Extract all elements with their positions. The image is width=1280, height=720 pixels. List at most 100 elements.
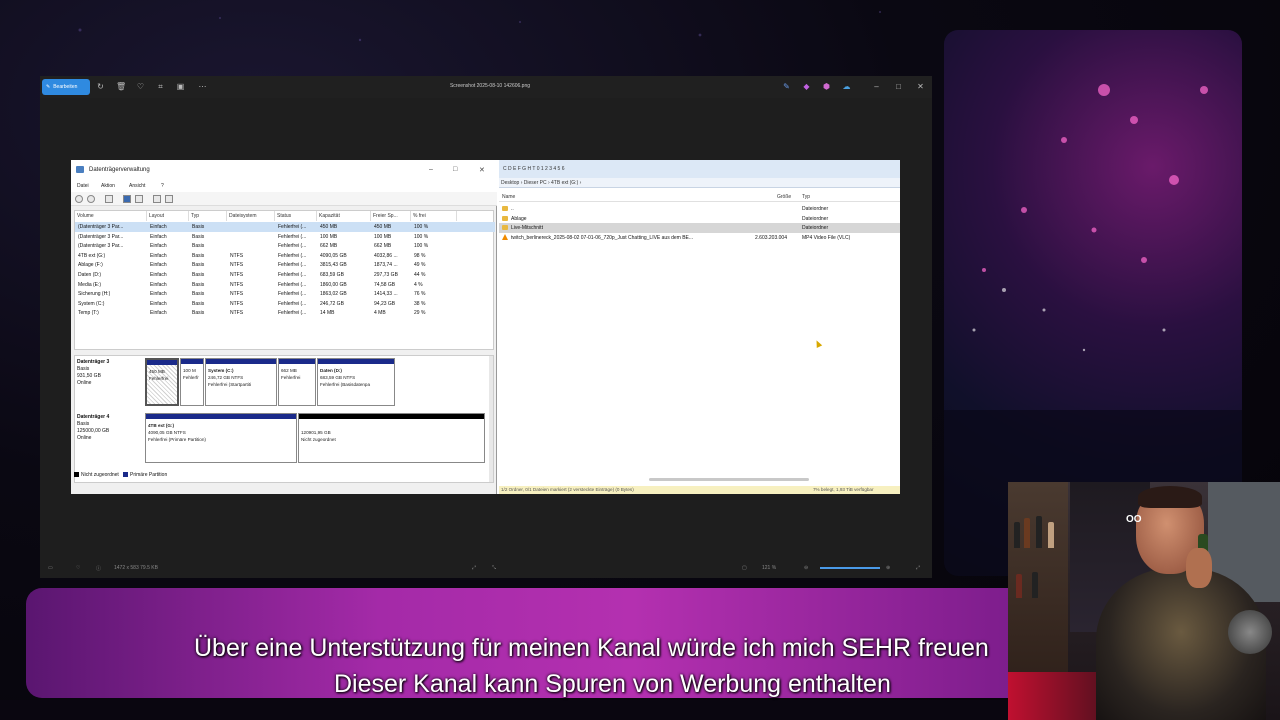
list-icon[interactable] <box>165 195 173 203</box>
person-hair <box>1138 486 1202 508</box>
disk4-unallocated[interactable]: 120901,95 GB Nicht zugeordnet <box>298 413 485 463</box>
maximize-icon[interactable]: □ <box>894 82 903 91</box>
drive-buttons[interactable]: C D E F G H T 0 1 2 3 4 5 6 <box>503 166 565 172</box>
cloud-icon[interactable]: ☁ <box>842 82 851 91</box>
file-row[interactable]: .. Dateiordner <box>499 204 900 214</box>
paint-icon[interactable]: ✎ <box>782 82 791 91</box>
file-row[interactable]: twitch_berlinereck_2025-08-02 07-01-06_7… <box>499 233 900 243</box>
favorite-status-icon[interactable]: ♡ <box>76 565 80 571</box>
col-layout[interactable]: Layout <box>147 211 189 221</box>
selection-status: 1/2 Ordner, 0/1 Dateien markiert (2 vers… <box>501 487 634 492</box>
table-cell: 1414,33 ... <box>374 291 398 298</box>
info-status-icon[interactable]: ⓘ <box>96 565 101 572</box>
delete-icon[interactable]: 🗑 <box>116 82 126 91</box>
table-cell: NTFS <box>230 252 244 259</box>
forward-icon[interactable] <box>87 195 95 203</box>
menu-help[interactable]: ? <box>161 183 164 189</box>
dm-minimize-icon[interactable]: – <box>429 166 433 173</box>
more-icon[interactable]: ⋯ <box>198 82 207 91</box>
table-row[interactable]: Ablage (F:) Einfach Basis NTFS Fehlerfrei (.… <box>75 260 495 270</box>
table-row[interactable]: Temp (T:) Einfach Basis NTFS Fehlerfrei (...… <box>75 308 495 318</box>
table-row[interactable]: Media (E:) Einfach Basis NTFS Fehlerfrei (..… <box>75 280 495 290</box>
col-kapazitaet[interactable]: Kapazität <box>317 211 371 221</box>
col-size[interactable]: Größe <box>777 194 791 200</box>
table-cell: NTFS <box>230 281 244 288</box>
drive-space-status: 7% belegt, 1,93 TiB verfügbar <box>813 487 874 492</box>
close-icon[interactable]: ✕ <box>916 82 925 91</box>
rotate-icon[interactable]: ↻ <box>96 82 105 91</box>
disk3-partition-2[interactable]: 100 M Fehlerfr <box>180 358 204 406</box>
dm-close-icon[interactable]: ✕ <box>479 166 485 174</box>
col-prozent-frei[interactable]: % frei <box>411 211 457 221</box>
dm-maximize-icon[interactable]: □ <box>453 166 457 173</box>
partition-label: 4TB ext (G:) <box>148 423 175 428</box>
zoom-in-icon[interactable]: ⊕ <box>886 565 890 571</box>
disk3-partition-daten[interactable]: Daten (D:) 683,59 GB NTFS Fehlerfrei (Ba… <box>317 358 395 406</box>
view-icon[interactable] <box>105 195 113 203</box>
edit-button-label: Bearbeiten <box>53 84 78 90</box>
key-icon[interactable] <box>153 195 161 203</box>
table-cell: Basis <box>192 233 205 240</box>
horizontal-scrollbar[interactable] <box>649 478 809 481</box>
table-row[interactable]: System (C:) Einfach Basis NTFS Fehlerfrei (.… <box>75 299 495 309</box>
table-row[interactable]: Daten (D:) Einfach Basis NTFS Fehlerfrei (..… <box>75 270 495 280</box>
file-row[interactable]: Ablage Dateiordner <box>499 214 900 224</box>
col-volume[interactable]: Volume <box>75 211 147 221</box>
table-row[interactable]: (Datenträger 3 Par... Einfach Basis Fehlerf… <box>75 222 495 232</box>
favorite-icon[interactable]: ♡ <box>136 82 145 91</box>
col-name[interactable]: Name <box>502 194 515 200</box>
copilot-icon[interactable]: ◆ <box>802 82 811 91</box>
properties-icon[interactable] <box>135 195 143 203</box>
actual-size-icon[interactable]: ⤡ <box>492 565 496 571</box>
disk3-label[interactable]: Datenträger 3 Basis 931,50 GB Online <box>77 359 145 387</box>
minimize-icon[interactable]: – <box>872 82 881 91</box>
file-row[interactable]: Live-Mitschnitt Dateiordner <box>499 223 900 233</box>
table-cell: Fehlerfrei (... <box>278 262 307 269</box>
menu-ansicht[interactable]: Ansicht <box>129 183 145 189</box>
table-cell: Einfach <box>150 300 167 307</box>
table-row[interactable]: (Datenträger 3 Par... Einfach Basis Fehlerf… <box>75 232 495 242</box>
filmstrip-icon[interactable]: ▭ <box>48 565 53 571</box>
address-bar[interactable]: Desktop › Dieser PC › 4TB ext (G:) › <box>499 178 900 188</box>
menu-aktion[interactable]: Aktion <box>101 183 115 189</box>
help-icon[interactable] <box>123 195 131 203</box>
share-icon[interactable]: ⬢ <box>822 82 831 91</box>
edit-button[interactable]: ✎ Bearbeiten <box>42 79 90 95</box>
table-row[interactable]: (Datenträger 3 Par... Einfach Basis Fehlerf… <box>75 241 495 251</box>
crop-icon[interactable]: ⌗ <box>156 82 165 91</box>
table-cell: Fehlerfrei (... <box>278 300 307 307</box>
col-typ[interactable]: Typ <box>189 211 227 221</box>
zoom-level[interactable]: 121 % <box>762 565 776 571</box>
table-row[interactable]: 4TB ext (G:) Einfach Basis NTFS Fehlerfrei (… <box>75 251 495 261</box>
file-list-header: Name Größe Typ <box>499 190 900 202</box>
col-freier-speicher[interactable]: Freier Sp... <box>371 211 411 221</box>
zoom-slider[interactable] <box>820 567 880 569</box>
volume-table: Volume Layout Typ Dateisystem Status Kap… <box>74 210 495 350</box>
partition-status: Fehlerfrei <box>281 375 301 380</box>
table-cell: NTFS <box>230 300 244 307</box>
screenshot-image: Datenträgerverwaltung – □ ✕ Datei Aktion… <box>71 160 900 494</box>
table-row[interactable]: Sicherung (H:) Einfach Basis NTFS Fehlerfrei… <box>75 289 495 299</box>
disk-management-icon <box>76 166 84 173</box>
file-name: Ablage <box>511 215 527 222</box>
table-cell: Fehlerfrei (... <box>278 272 307 278</box>
col-dateisystem[interactable]: Dateisystem <box>227 211 275 221</box>
col-type[interactable]: Typ <box>802 194 810 200</box>
fit-icon[interactable]: ⤢ <box>472 565 476 571</box>
zoom-out-icon[interactable]: ⊖ <box>804 565 808 571</box>
menu-datei[interactable]: Datei <box>77 183 89 189</box>
fullscreen-icon[interactable]: ⤢ <box>916 565 920 571</box>
disk3-partition-1[interactable]: 450 MB Fehlerfrei <box>145 358 179 406</box>
file-type: Dateiordner <box>802 206 829 212</box>
file-size: 2.603.203.004 <box>755 234 787 241</box>
disk4-label[interactable]: Datenträger 4 Basis 125000,00 GB Online <box>77 414 145 442</box>
col-status[interactable]: Status <box>275 211 317 221</box>
graph-scrollbar[interactable] <box>489 356 493 482</box>
info-icon[interactable]: ▣ <box>176 82 185 91</box>
disk3-partition-system[interactable]: System (C:) 246,72 GB NTFS Fehlerfrei (S… <box>205 358 277 406</box>
partition-bar <box>206 359 276 364</box>
disk3-partition-4[interactable]: 662 MB Fehlerfrei <box>278 358 316 406</box>
disk4-partition-4tb[interactable]: 4TB ext (G:) 4090,05 GB NTFS Fehlerfrei … <box>145 413 297 463</box>
back-icon[interactable] <box>75 195 83 203</box>
frame-icon[interactable]: ▢ <box>742 565 747 571</box>
